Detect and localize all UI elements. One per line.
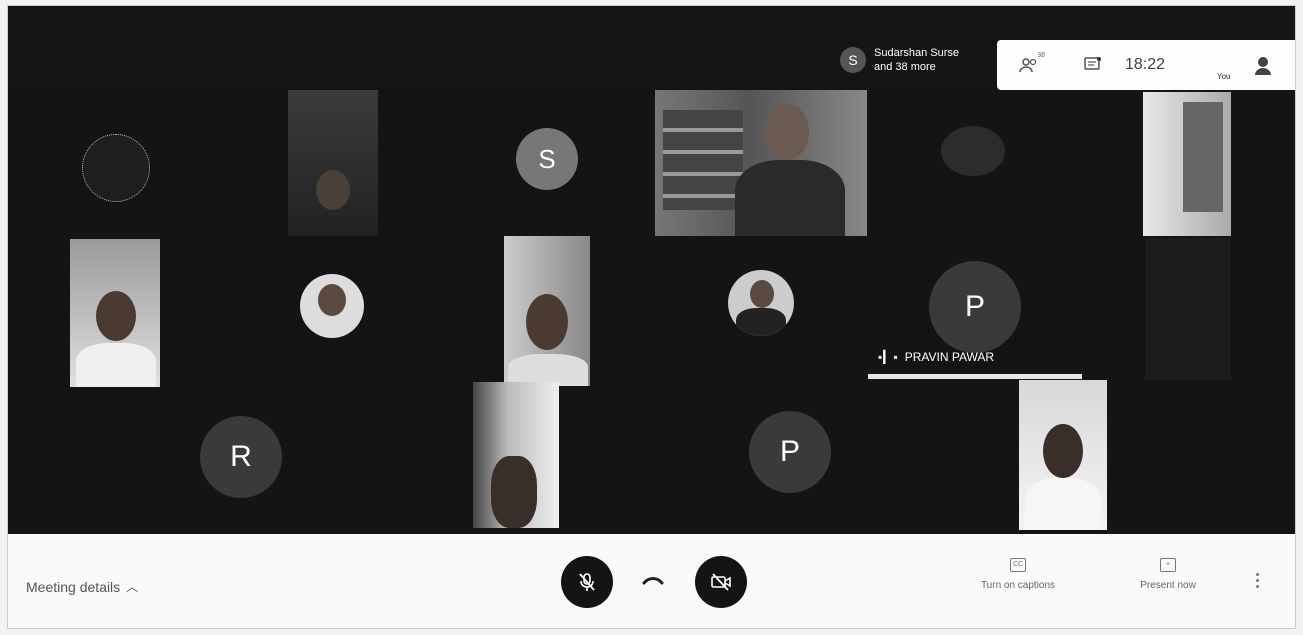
meeting-details-label: Meeting details xyxy=(26,578,121,595)
present-button[interactable]: + Present now xyxy=(1123,558,1213,591)
clock: 18:22 xyxy=(1125,56,1166,73)
camera-off-icon xyxy=(711,573,731,591)
participant-tile[interactable] xyxy=(68,126,168,206)
camera-button[interactable] xyxy=(695,556,747,608)
present-label: Present now xyxy=(1140,580,1196,591)
captions-button[interactable]: CC Turn on captions xyxy=(963,558,1073,591)
captions-icon: CC xyxy=(1010,558,1026,572)
chat-icon xyxy=(1084,57,1101,70)
participant-face xyxy=(750,280,774,308)
speaker-label: ▪▎▪ PRAVIN PAWAR xyxy=(878,350,994,364)
participant-avatar[interactable]: P xyxy=(749,411,831,493)
participant-face xyxy=(526,294,568,350)
participant-video[interactable] xyxy=(288,90,378,236)
people-button[interactable]: 38 xyxy=(1009,50,1049,80)
mic-button[interactable] xyxy=(561,556,613,608)
chat-button[interactable] xyxy=(1073,50,1113,80)
participant-video[interactable] xyxy=(1019,380,1107,530)
participant-body xyxy=(1025,478,1101,530)
mic-off-icon xyxy=(579,573,595,591)
meet-screen: S P ▪▎▪ PRAVIN PAWAR R P S Sudarshan Sur… xyxy=(8,6,1295,628)
hang-up-button[interactable] xyxy=(638,570,668,590)
participant-face xyxy=(765,104,809,160)
participant-avatar[interactable] xyxy=(941,126,1005,176)
shelf-background xyxy=(663,110,743,210)
participant-body xyxy=(736,308,786,336)
chip-line1: Sudarshan Surse xyxy=(874,47,959,59)
chip-text: Sudarshan Surse and 38 more xyxy=(874,46,959,74)
present-icon: + xyxy=(1160,558,1176,572)
self-avatar-icon xyxy=(1255,57,1271,75)
participant-avatar[interactable]: R xyxy=(200,416,282,498)
participant-avatar[interactable] xyxy=(728,270,794,336)
participant-face xyxy=(318,284,346,316)
people-count: 38 xyxy=(1037,52,1045,59)
participant-body xyxy=(76,343,156,387)
participant-avatar[interactable]: S xyxy=(516,128,578,190)
audio-indicator-icon: ▪▎▪ xyxy=(878,350,899,364)
participant-face xyxy=(316,170,350,210)
speaker-name: PRAVIN PAWAR xyxy=(904,350,995,364)
more-dot xyxy=(1256,573,1259,576)
meeting-details-button[interactable]: Meeting details ︿ xyxy=(26,578,138,595)
participant-face xyxy=(1043,424,1083,478)
captions-label: Turn on captions xyxy=(980,580,1056,591)
people-icon xyxy=(1019,58,1037,73)
participant-body xyxy=(735,160,845,236)
participant-video[interactable] xyxy=(1143,92,1231,236)
participant-video[interactable] xyxy=(655,90,867,236)
chip-line2: and 38 more xyxy=(874,61,936,73)
active-speaker-bar xyxy=(868,374,1082,379)
wall-image xyxy=(1183,102,1223,212)
more-dot xyxy=(1256,579,1259,582)
self-view[interactable] xyxy=(1243,50,1283,80)
participant-video[interactable] xyxy=(504,236,590,386)
you-label: You xyxy=(1217,72,1231,81)
chevron-up-icon: ︿ xyxy=(126,580,139,594)
chip-avatar: S xyxy=(840,47,866,73)
more-options-button[interactable] xyxy=(1256,570,1262,591)
participant-video[interactable] xyxy=(70,239,160,387)
speaker-avatar[interactable]: P xyxy=(929,261,1021,353)
bottom-bar: Meeting details ︿ CC Turn on captions + … xyxy=(8,534,1295,628)
participant-face xyxy=(96,291,136,341)
participants-chip[interactable]: S Sudarshan Surse and 38 more xyxy=(840,46,959,74)
top-bar: 38 18:22 You xyxy=(997,40,1295,90)
participant-tile[interactable] xyxy=(1145,238,1231,380)
participant-hand xyxy=(491,456,537,528)
hang-up-icon xyxy=(642,577,664,585)
more-dot xyxy=(1256,585,1259,588)
participant-avatar[interactable] xyxy=(300,274,364,338)
participant-video[interactable] xyxy=(473,382,559,528)
participant-avatar xyxy=(82,134,150,202)
